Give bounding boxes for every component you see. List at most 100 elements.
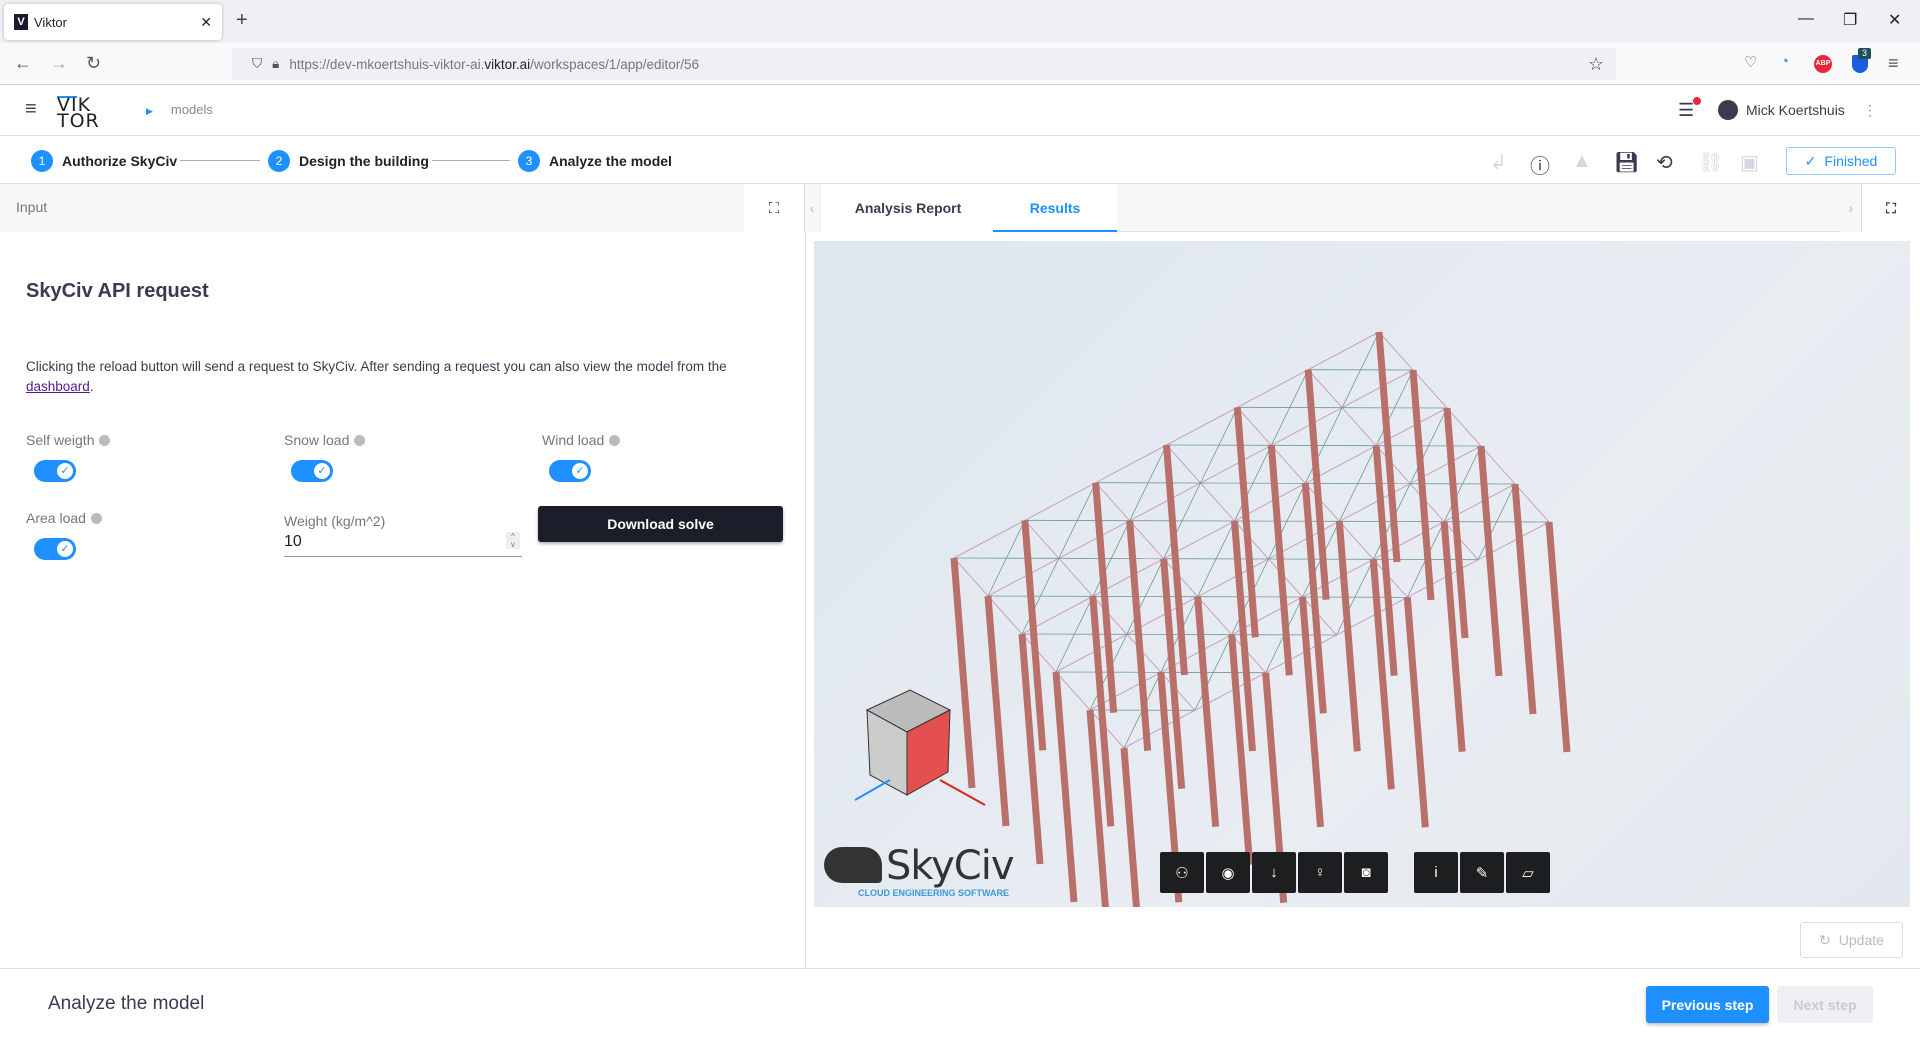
weight-input[interactable]: 10	[284, 530, 522, 557]
viewer-toolbar: ⚇ ◉ ↓ ♀ ◙ i ✎ ▱	[1160, 852, 1550, 893]
password-manager-icon[interactable]: ◔	[1780, 53, 1789, 70]
column	[1120, 747, 1140, 907]
pocket-icon[interactable]: ♡	[1744, 53, 1757, 71]
pencil-icon[interactable]: ✎	[1460, 852, 1504, 893]
breadcrumb-arrow-icon: ▶	[146, 106, 153, 116]
label-text: Snow load	[284, 432, 350, 448]
finished-label: Finished	[1824, 153, 1878, 169]
browser-menu-icon[interactable]: ≡	[1888, 53, 1899, 74]
beam	[1378, 331, 1550, 523]
user-name: Mick Koertshuis	[1746, 102, 1845, 118]
step-number: 2	[268, 150, 290, 172]
results-tab-bar: ‹ Analysis Report Results › ⛶	[805, 184, 1920, 232]
label-text: Area load	[26, 510, 86, 526]
tab-scroll-right[interactable]: ›	[1841, 184, 1861, 232]
hamburger-menu-icon[interactable]: ≡	[25, 98, 37, 121]
check-icon: ✓	[572, 463, 588, 479]
close-tab-icon[interactable]: ✕	[200, 14, 212, 31]
new-tab-button[interactable]: +	[236, 9, 248, 32]
dashboard-link[interactable]: dashboard	[26, 379, 90, 394]
info-icon[interactable]	[90, 512, 102, 524]
save-icon[interactable]: 💾︎	[1614, 150, 1639, 175]
fullscreen-results-button[interactable]: ⛶	[1861, 184, 1920, 232]
step-analyze-model[interactable]: 3 Analyze the model	[518, 150, 672, 172]
step-label: Analyze the model	[549, 153, 672, 169]
minimize-button[interactable]: —	[1798, 10, 1814, 28]
viktor-logo[interactable]: VIK TOR	[57, 96, 100, 132]
column	[1403, 597, 1429, 828]
lightbulb-icon[interactable]: ♀	[1298, 852, 1342, 893]
tab-title: Viktor	[34, 14, 67, 30]
breadcrumb-models[interactable]: models	[171, 102, 213, 117]
hierarchy-icon[interactable]: ⛓︎	[1698, 150, 1723, 175]
step-authorize-skyciv[interactable]: 1 Authorize SkyCiv	[31, 150, 177, 172]
check-icon: ✓	[57, 463, 73, 479]
column	[984, 595, 1010, 827]
eye-icon[interactable]: ◉	[1206, 852, 1250, 893]
panel-divider[interactable]	[805, 184, 806, 968]
reload-button[interactable]: ↻	[86, 53, 101, 74]
jobs-list-icon[interactable]: ☰	[1678, 100, 1694, 121]
wind-load-toggle[interactable]: ✓	[549, 460, 591, 482]
area-load-toggle[interactable]: ✓	[34, 538, 76, 560]
step-number: 1	[31, 150, 53, 172]
inbox-icon[interactable]: ▣	[1740, 150, 1759, 175]
forward-button[interactable]: →	[50, 53, 68, 74]
url-bar[interactable]: ⛉ 🔒︎ https://dev-mkoertshuis-viktor-ai. v…	[232, 48, 1616, 80]
bookmark-star-icon[interactable]: ☆	[1588, 54, 1604, 75]
step-connector	[180, 160, 260, 161]
back-button[interactable]: ←	[14, 53, 32, 74]
self-weight-label: Self weigth	[26, 432, 111, 448]
user-menu[interactable]: Mick Koertshuis ⋮	[1718, 100, 1877, 120]
undo-return-icon[interactable]: ↲	[1490, 150, 1507, 175]
step-label: Authorize SkyCiv	[62, 153, 178, 169]
camera-icon[interactable]: ◙	[1344, 852, 1388, 893]
warning-icon[interactable]: ▲	[1572, 150, 1592, 173]
browser-tab[interactable]: V Viktor ✕	[4, 4, 222, 40]
history-icon[interactable]: ⟲	[1656, 150, 1673, 175]
next-step-button[interactable]: Next step	[1777, 986, 1873, 1023]
finished-button[interactable]: ✓ Finished	[1786, 147, 1896, 175]
eraser-icon[interactable]: ▱	[1506, 852, 1550, 893]
app-header	[0, 85, 1920, 136]
more-vertical-icon[interactable]: ⋮	[1863, 102, 1877, 119]
weight-label: Weight (kg/m^2)	[284, 513, 386, 529]
url-path: /workspaces/1/app/editor/56	[530, 56, 700, 72]
column	[1126, 520, 1152, 751]
fullscreen-input-button[interactable]: ⛶	[744, 184, 805, 232]
previous-step-button[interactable]: Previous step	[1646, 986, 1769, 1023]
close-window-button[interactable]: ✕	[1888, 10, 1901, 30]
column	[1267, 445, 1293, 676]
view-cube[interactable]	[850, 680, 990, 815]
download-arrow-icon[interactable]: ↓	[1252, 852, 1296, 893]
info-icon[interactable]: ⓘ	[1530, 150, 1550, 179]
user-avatar-icon	[1718, 100, 1738, 120]
bitwarden-badge: 3	[1858, 48, 1871, 59]
column	[1335, 521, 1361, 752]
tab-results[interactable]: Results	[993, 184, 1117, 232]
adblock-icon[interactable]: ABP	[1814, 55, 1832, 73]
column	[1477, 445, 1503, 677]
snow-load-toggle[interactable]: ✓	[291, 460, 333, 482]
step-connector	[432, 160, 510, 161]
step-design-building[interactable]: 2 Design the building	[268, 150, 429, 172]
logo-line-2: TOR	[57, 110, 100, 132]
tab-scroll-left[interactable]: ‹	[805, 184, 819, 232]
layers-icon[interactable]: ⚇	[1160, 852, 1204, 893]
info-icon[interactable]	[354, 434, 366, 446]
tab-analysis-report[interactable]: Analysis Report	[820, 184, 996, 232]
update-button[interactable]: ↻ Update	[1800, 922, 1903, 958]
number-spinner[interactable]: ^ v	[506, 532, 520, 549]
download-solve-button[interactable]: Download solve	[538, 506, 783, 542]
snow-load-label: Snow load	[284, 432, 366, 448]
info-icon[interactable]: i	[1414, 852, 1458, 893]
info-icon[interactable]	[99, 434, 111, 446]
breadcrumb[interactable]: ▶ models	[146, 102, 213, 117]
column	[1194, 596, 1220, 827]
self-weight-toggle[interactable]: ✓	[34, 460, 76, 482]
info-icon[interactable]	[609, 434, 621, 446]
restore-button[interactable]: ❐	[1843, 10, 1857, 30]
check-icon: ✓	[314, 463, 330, 479]
browser-tab-bar	[0, 0, 1920, 43]
